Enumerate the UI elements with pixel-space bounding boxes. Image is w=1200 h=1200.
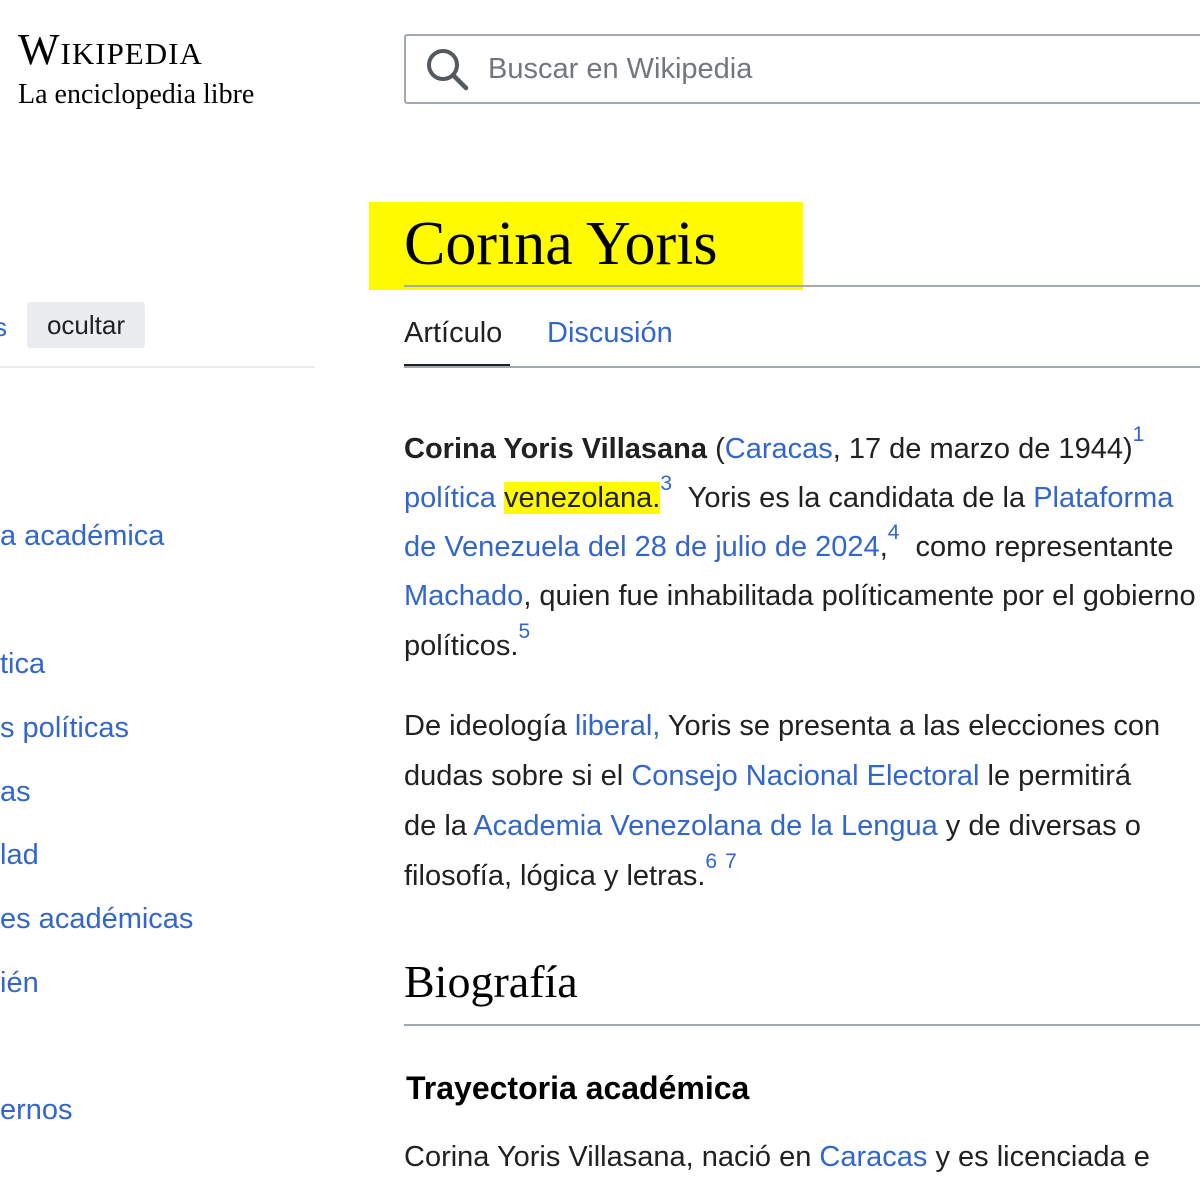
link-caracas-2[interactable]: Caracas bbox=[819, 1141, 927, 1173]
toc-item-posiciones-politicas[interactable]: s políticas bbox=[0, 712, 129, 745]
logo-tagline: La enciclopedia libre bbox=[18, 79, 255, 110]
paragraph-2-line-3: de la Academia Venezolana de la Lengua y… bbox=[404, 810, 1141, 842]
page-title: Corina Yoris bbox=[404, 210, 718, 278]
link-politica[interactable]: política bbox=[404, 482, 496, 514]
logo-wordmark: Wikipedia bbox=[18, 25, 203, 74]
tab-talk[interactable]: Discusión bbox=[547, 312, 673, 354]
subject-name: Corina Yoris Villasana bbox=[404, 433, 708, 465]
toc-item-vease-tambien[interactable]: ién bbox=[0, 967, 39, 1000]
wikipedia-logo[interactable]: Wikipedia La enciclopedia libre bbox=[18, 24, 308, 112]
toc-item-trayectoria-academica[interactable]: a académica bbox=[0, 520, 164, 553]
paragraph-1-line-3: de Venezuela del 28 de julio de 2024,4 c… bbox=[404, 521, 1174, 563]
toc-item-distinciones-academicas[interactable]: es académicas bbox=[0, 903, 193, 936]
tab-article[interactable]: Artículo bbox=[404, 312, 502, 354]
subsection-heading-trayectoria: Trayectoria académica bbox=[406, 1070, 750, 1106]
link-plataforma[interactable]: Plataforma bbox=[1033, 482, 1173, 514]
ref-4[interactable]: 4 bbox=[888, 521, 900, 544]
paragraph-2-line-1: De ideología liberal, Yoris se presenta … bbox=[404, 710, 1161, 742]
paragraph-1-line-2: política venezolana.3 Yoris es la candid… bbox=[404, 472, 1174, 514]
search-icon[interactable] bbox=[424, 46, 470, 92]
link-cne[interactable]: Consejo Nacional Electoral bbox=[631, 760, 979, 792]
link-elecciones-2024[interactable]: de Venezuela del 28 de julio de 2024 bbox=[404, 531, 880, 563]
ref-7[interactable]: 7 bbox=[725, 850, 737, 873]
toc-header: s ocultar bbox=[0, 302, 315, 368]
tabs-divider bbox=[404, 366, 1200, 368]
section-divider bbox=[404, 1024, 1200, 1026]
link-machado[interactable]: Machado bbox=[404, 580, 523, 612]
paragraph-2-line-2: dudas sobre si el Consejo Nacional Elect… bbox=[404, 760, 1131, 792]
search-input[interactable] bbox=[488, 52, 1088, 86]
paragraph-3-line-1: Corina Yoris Villasana, nació en Caracas… bbox=[404, 1141, 1150, 1173]
toc-item-nacionalidad[interactable]: lad bbox=[0, 839, 39, 872]
search-box[interactable] bbox=[404, 34, 1200, 104]
toc-item-politica[interactable]: tica bbox=[0, 648, 45, 681]
hide-toc-button[interactable]: ocultar bbox=[27, 302, 145, 348]
paragraph-1-line-1: Corina Yoris Villasana (Caracas, 17 de m… bbox=[404, 423, 1145, 465]
toc-item-obras[interactable]: as bbox=[0, 776, 31, 809]
paragraph-1-line-4: Machado, quien fue inhabilitada política… bbox=[404, 580, 1196, 612]
toc-item-enlaces-externos[interactable]: ernos bbox=[0, 1094, 73, 1127]
ref-1[interactable]: 1 bbox=[1133, 423, 1145, 446]
page-tabs: Artículo Discusión bbox=[404, 312, 1200, 368]
link-academia-lengua[interactable]: Academia Venezolana de la Lengua bbox=[473, 810, 937, 842]
link-liberal[interactable]: liberal, bbox=[575, 710, 660, 742]
paragraph-1-line-5: políticos.5 bbox=[404, 620, 531, 662]
ref-3[interactable]: 3 bbox=[660, 472, 672, 495]
ref-6[interactable]: 6 bbox=[705, 850, 717, 873]
highlighted-venezolana: venezolana. bbox=[503, 482, 661, 514]
section-heading-biografia: Biografía bbox=[404, 956, 578, 1007]
toc-header-fragment: s bbox=[0, 312, 7, 342]
ref-5[interactable]: 5 bbox=[518, 620, 530, 643]
title-divider bbox=[404, 285, 1200, 287]
link-caracas[interactable]: Caracas bbox=[725, 433, 833, 465]
paragraph-2-line-4: filosofía, lógica y letras.6 7 bbox=[404, 850, 737, 892]
